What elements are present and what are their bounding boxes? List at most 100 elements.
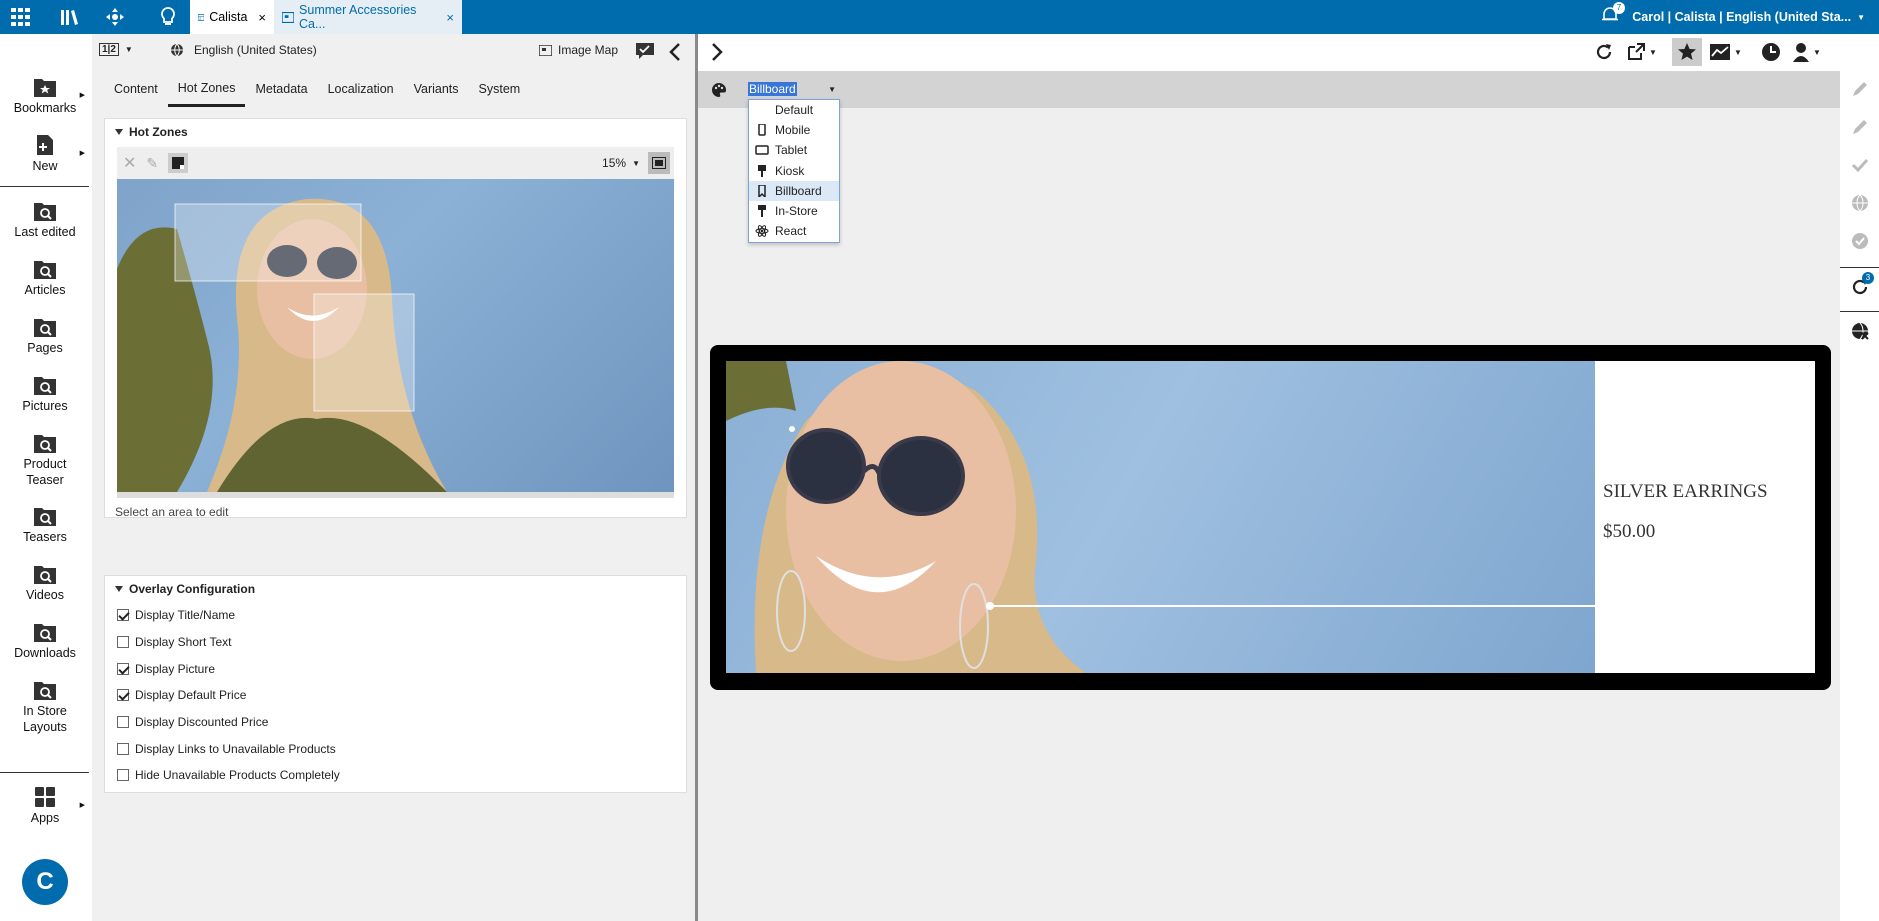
lightbulb-icon[interactable] [156, 5, 180, 29]
chevron-down-icon: ▼ [1813, 47, 1821, 57]
collapse-triangle-icon [115, 586, 123, 592]
user-menu[interactable]: Carol | Calista | English (United Sta...… [1632, 0, 1865, 34]
nav-teasers[interactable]: Teasers [0, 505, 90, 546]
persona-button[interactable]: ▼ [1792, 42, 1821, 62]
device-option-kiosk[interactable]: Kiosk [749, 161, 839, 181]
withdraw-globe-icon[interactable] [1850, 321, 1870, 341]
checkbox-checked[interactable] [117, 609, 129, 622]
nav-pages[interactable]: Pages [0, 316, 90, 357]
device-option-default[interactable]: Default [749, 100, 839, 120]
bookmark-star-icon[interactable] [1672, 38, 1702, 66]
clock-icon[interactable] [1761, 42, 1781, 62]
tab-system[interactable]: System [469, 71, 531, 107]
locale-selector[interactable]: English (United States) [170, 43, 317, 57]
hot-zones-toolbar: ✕ ✎ 15% ▼ [117, 147, 674, 179]
view-toggle[interactable]: 1|2 ▼ [99, 43, 133, 56]
nav-bookmarks[interactable]: Bookmarks ▶ [0, 76, 90, 117]
coremedia-logo-icon[interactable]: C [22, 859, 68, 905]
image-map-label: Image Map [558, 43, 619, 57]
nav-pictures[interactable]: Pictures [0, 374, 90, 415]
notifications-button[interactable]: 7 [1600, 2, 1625, 25]
tab-summer-accessories[interactable]: Summer Accessories Ca... × [274, 0, 462, 34]
zoom-selector[interactable]: 15% ▼ [602, 156, 640, 170]
publish-globe-icon[interactable] [1850, 193, 1870, 213]
analytics-button[interactable]: ▼ [1709, 42, 1742, 62]
checkbox-unchecked[interactable] [117, 742, 129, 755]
add-hotzone-icon[interactable] [168, 153, 189, 173]
chevron-down-icon: ▼ [124, 45, 133, 54]
react-icon [755, 225, 769, 238]
notification-count: 7 [1613, 2, 1625, 14]
chevron-down-icon: ▼ [828, 84, 836, 94]
analytics-chart-icon [1710, 44, 1730, 60]
close-icon[interactable]: × [258, 10, 266, 25]
workflow-sync-icon[interactable]: 3 [1850, 272, 1874, 297]
external-link-icon [1628, 43, 1645, 60]
navigation-icon[interactable] [103, 5, 127, 29]
device-option-in-store[interactable]: In-Store [749, 201, 839, 221]
expand-right-icon[interactable] [710, 42, 724, 62]
overlay-header[interactable]: Overlay Configuration [105, 576, 686, 602]
device-option-react[interactable]: React [749, 221, 839, 241]
checkbox-checked[interactable] [117, 689, 129, 702]
pencil-icon[interactable]: ✎ [146, 155, 158, 172]
approve-pen-icon[interactable] [1850, 79, 1870, 99]
check-icon[interactable] [1850, 155, 1870, 175]
close-icon[interactable]: × [446, 10, 454, 25]
checkbox-unchecked[interactable] [117, 769, 129, 782]
checkbox-label: Display Picture [135, 661, 216, 676]
checkbox-display-discounted-price[interactable]: Display Discounted Price [105, 709, 686, 736]
checkbox-display-picture[interactable]: Display Picture [105, 655, 686, 682]
checkbox-display-title[interactable]: Display Title/Name [105, 602, 686, 629]
comment-check-icon[interactable] [635, 42, 655, 60]
checkbox-display-default-price[interactable]: Display Default Price [105, 682, 686, 709]
reload-icon[interactable] [1594, 42, 1614, 62]
grid-menu-icon[interactable] [9, 5, 33, 29]
tab-localization[interactable]: Localization [318, 71, 404, 107]
checkbox-label: Display Default Price [135, 688, 247, 703]
tab-content[interactable]: Content [104, 71, 168, 107]
checkbox-unchecked[interactable] [117, 716, 129, 729]
checkbox-hide-unavailable[interactable]: Hide Unavailable Products Completely [105, 762, 686, 789]
edit-pen-icon[interactable] [1850, 117, 1870, 137]
tab-calista[interactable]: Calista × [190, 0, 274, 34]
image-map-button[interactable]: Image Map [539, 43, 618, 57]
tab-hot-zones[interactable]: Hot Zones [167, 71, 246, 107]
resize-handle[interactable] [117, 492, 674, 498]
nav-new[interactable]: New ▶ [0, 134, 90, 175]
hot-zones-header[interactable]: Hot Zones [105, 119, 686, 145]
split-view-icon: 1|2 [99, 43, 119, 56]
nav-downloads[interactable]: Downloads [0, 621, 90, 662]
hotzone-image-canvas[interactable] [117, 179, 674, 492]
publish-check-globe-icon[interactable] [1850, 231, 1870, 251]
option-label: Mobile [775, 123, 811, 138]
nav-apps[interactable]: Apps ▶ [0, 786, 90, 827]
checkbox-checked[interactable] [117, 662, 129, 675]
collapse-left-icon[interactable] [668, 42, 682, 62]
billboard-photo[interactable] [726, 361, 1595, 673]
checkbox-display-short-text[interactable]: Display Short Text [105, 629, 686, 656]
device-option-mobile[interactable]: Mobile [749, 120, 839, 140]
checkbox-display-links-unavailable[interactable]: Display Links to Unavailable Products [105, 735, 686, 762]
nav-articles[interactable]: Articles [0, 258, 90, 299]
device-option-tablet[interactable]: Tablet [749, 140, 839, 160]
device-option-billboard[interactable]: Billboard [749, 180, 839, 201]
billboard-icon [758, 184, 766, 197]
checkbox-unchecked[interactable] [117, 636, 129, 649]
open-external-button[interactable]: ▼ [1626, 42, 1657, 62]
nav-product-teaser[interactable]: Product Teaser [0, 432, 90, 488]
nav-label: Last edited [14, 225, 76, 239]
fit-view-icon[interactable] [648, 152, 670, 174]
palette-icon[interactable] [711, 82, 727, 98]
delete-icon[interactable]: ✕ [123, 153, 136, 173]
nav-label: Videos [26, 588, 64, 602]
nav-videos[interactable]: Videos [0, 563, 90, 604]
search-folder-icon [34, 508, 56, 526]
option-label: React [775, 224, 807, 239]
nav-last-edited[interactable]: Last edited [0, 200, 90, 241]
library-icon[interactable] [57, 5, 81, 29]
tab-variants[interactable]: Variants [404, 71, 469, 107]
nav-in-store-layouts[interactable]: In Store Layouts [0, 679, 90, 735]
tab-metadata[interactable]: Metadata [245, 71, 317, 107]
device-select[interactable]: Billboard ▼ [748, 80, 836, 98]
